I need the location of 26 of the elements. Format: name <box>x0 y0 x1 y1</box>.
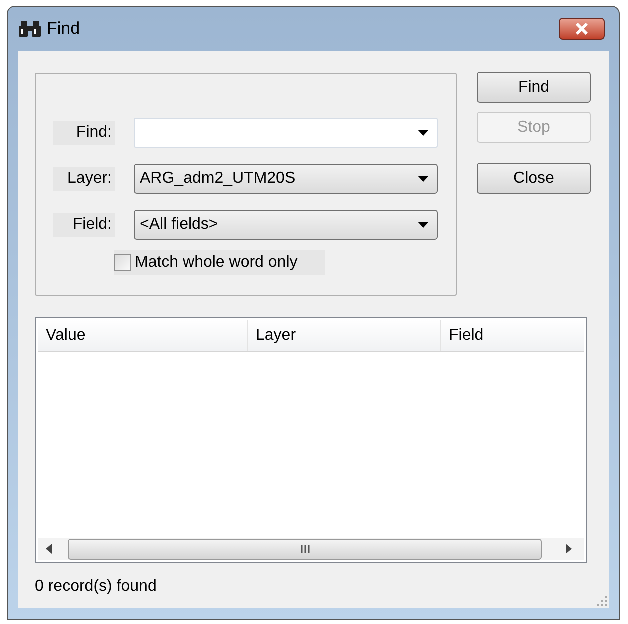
combo-field[interactable] <box>134 118 438 148</box>
dropdown[interactable]: <All fields> <box>134 210 438 240</box>
dropdown-arrow-icon <box>418 130 429 136</box>
close-icon <box>575 23 589 35</box>
close-button[interactable] <box>559 18 605 40</box>
dropdown-arrow-icon <box>418 176 429 182</box>
field-label: Layer: <box>53 167 115 191</box>
grip-icon <box>300 545 310 553</box>
column-header[interactable]: Value <box>38 320 248 351</box>
dialog-button[interactable]: Find <box>477 72 591 103</box>
field-label: Find: <box>53 121 115 145</box>
column-header[interactable]: Field <box>441 320 584 351</box>
column-header[interactable]: Layer <box>248 320 441 351</box>
scroll-left-icon[interactable] <box>46 544 52 554</box>
binoculars-icon <box>19 20 41 38</box>
dropdown[interactable]: ARG_adm2_UTM20S <box>134 164 438 194</box>
horizontal-scrollbar[interactable] <box>38 538 584 560</box>
field-label: Field: <box>53 213 115 237</box>
resize-grip-icon[interactable] <box>597 596 607 606</box>
status-text: 0 record(s) found <box>35 577 158 597</box>
checkbox[interactable] <box>114 254 131 271</box>
scroll-thumb[interactable] <box>68 538 542 560</box>
scroll-right-icon[interactable] <box>566 544 572 554</box>
window-title: Find <box>47 18 82 40</box>
dialog-button[interactable]: Close <box>477 163 591 194</box>
dropdown-arrow-icon <box>418 222 429 228</box>
